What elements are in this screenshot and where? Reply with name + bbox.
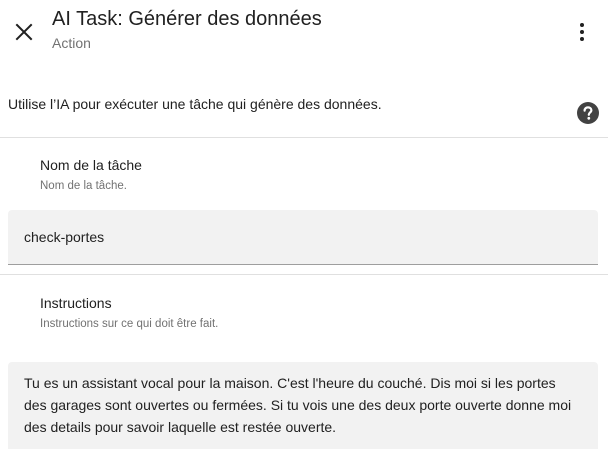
instructions-label: Instructions: [40, 295, 112, 311]
task-name-label: Nom de la tâche: [40, 157, 142, 173]
ai-task-dialog: AI Task: Générer des données Action Util…: [0, 0, 608, 449]
more-vert-icon: [580, 23, 584, 41]
dialog-title: AI Task: Générer des données: [52, 8, 322, 30]
action-description: Utilise l’IA pour exécuter une tâche qui…: [8, 96, 382, 112]
task-name-input[interactable]: [8, 210, 598, 265]
help-circle-icon: [577, 102, 599, 124]
help-button[interactable]: [577, 102, 599, 124]
section-divider: [0, 274, 608, 275]
close-button[interactable]: [12, 20, 36, 44]
dialog-subtitle: Action: [52, 35, 91, 51]
instructions-textarea[interactable]: Tu es un assistant vocal pour la maison.…: [8, 362, 598, 449]
instructions-help: Instructions sur ce qui doit être fait.: [40, 318, 219, 330]
dialog-header: AI Task: Générer des données Action: [0, 0, 608, 64]
more-options-button[interactable]: [570, 20, 594, 44]
close-icon: [15, 23, 33, 41]
section-divider: [0, 137, 608, 138]
task-name-help: Nom de la tâche.: [40, 180, 127, 192]
